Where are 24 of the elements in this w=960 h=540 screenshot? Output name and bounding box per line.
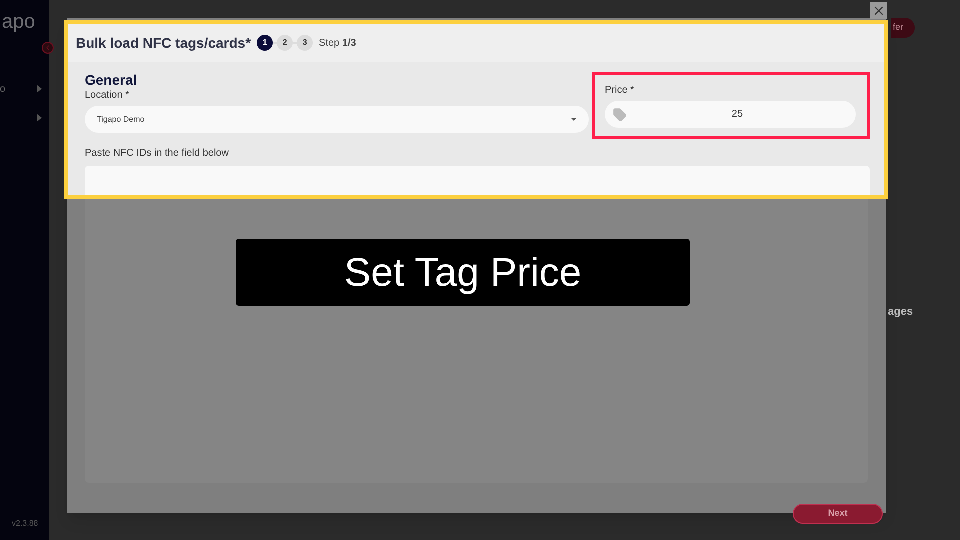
close-button[interactable] <box>870 2 887 19</box>
step-indicator: 3 <box>297 35 314 51</box>
field-label: Location * <box>85 89 130 103</box>
sidebar-item[interactable]: o <box>0 82 6 96</box>
collapse-button[interactable] <box>42 42 54 54</box>
step-indicator: 1 <box>257 35 274 51</box>
caption: Set Tag Price <box>236 239 690 306</box>
top-button[interactable]: fer <box>891 18 915 38</box>
step-indicator: 2 <box>277 35 294 51</box>
caret-icon <box>570 118 577 121</box>
step-text: Step 1/3 <box>319 36 356 50</box>
version-text: v2.3.88 <box>12 518 40 530</box>
field-label: Paste NFC IDs in the field below <box>85 147 230 161</box>
chevron-left-icon <box>44 44 52 52</box>
modal-title: Bulk load NFC tags/cards* <box>76 34 252 53</box>
logo: apo <box>2 12 36 32</box>
field-label: Price * <box>604 84 636 98</box>
nfc-ids-field[interactable] <box>85 166 870 195</box>
tag-icon <box>612 108 627 122</box>
location-dropdown[interactable]: Tigapo Demo <box>85 106 589 133</box>
section-heading: General <box>85 72 138 88</box>
price-field[interactable]: 25 <box>604 101 856 128</box>
section-title: ages <box>888 305 914 320</box>
next-button[interactable]: Next <box>793 504 883 524</box>
